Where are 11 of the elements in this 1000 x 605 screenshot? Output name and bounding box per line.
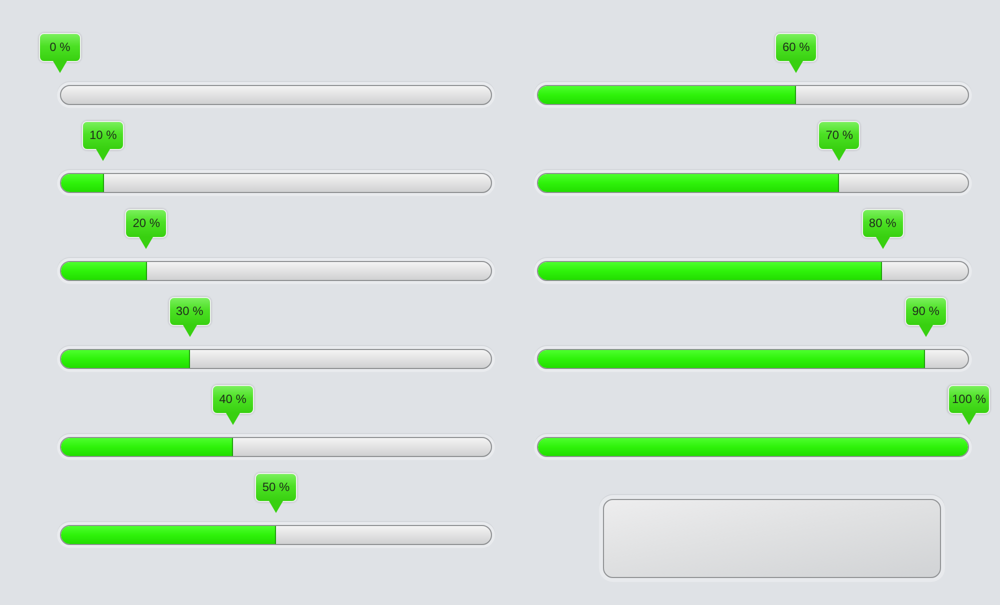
percent-tooltip: 90 % <box>904 297 947 337</box>
percent-tooltip: 30 % <box>168 297 211 337</box>
percent-tooltip: 50 % <box>255 473 297 513</box>
percent-tooltip: 40 % <box>212 385 254 425</box>
percent-tooltip: 0 % <box>39 33 81 73</box>
percent-tooltip: 60 % <box>775 33 818 73</box>
percent-tooltip: 80 % <box>862 209 904 249</box>
percent-tooltip: 20 % <box>125 209 168 249</box>
percent-tooltip: 10 % <box>82 121 124 161</box>
percent-tooltip: 70 % <box>818 121 860 161</box>
percent-tooltip: 100 % <box>948 385 990 425</box>
